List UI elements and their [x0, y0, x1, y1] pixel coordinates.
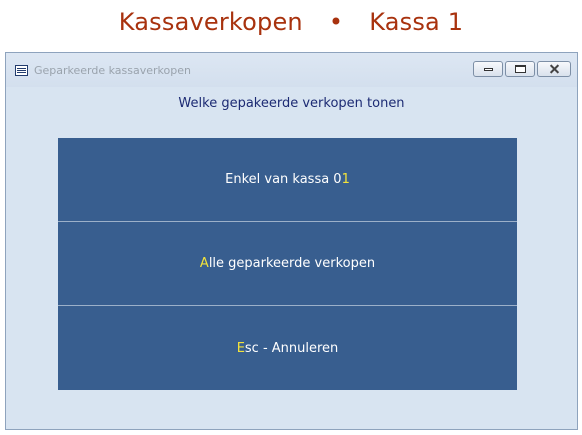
option-label-post: lle geparkeerde verkopen	[208, 256, 376, 271]
window-list-icon	[15, 65, 28, 76]
window-titlebar[interactable]: Geparkeerde kassaverkopen	[6, 53, 577, 87]
restore-button[interactable]	[505, 61, 535, 77]
option-register-only-button[interactable]: Enkel van kassa 01	[58, 138, 517, 222]
option-hotkey: 1	[341, 172, 350, 187]
minimize-button[interactable]	[473, 61, 503, 77]
parked-sales-window: Geparkeerde kassaverkopen Welke gepakeer…	[5, 52, 578, 430]
option-label-post: sc - Annuleren	[244, 340, 339, 356]
close-button[interactable]	[537, 61, 571, 77]
option-label-pre: Enkel van kassa 0	[225, 172, 342, 187]
header-separator: •	[328, 8, 344, 36]
module-title: Kassaverkopen	[118, 8, 303, 36]
window-title: Geparkeerde kassaverkopen	[34, 64, 191, 77]
option-all-parked-button[interactable]: Alle geparkeerde verkopen	[58, 222, 517, 306]
page-header: Kassaverkopen • Kassa 1	[0, 8, 582, 36]
window-controls	[473, 61, 571, 77]
register-title: Kassa 1	[369, 8, 464, 36]
option-cancel-button[interactable]: Esc - Annuleren	[58, 306, 517, 390]
dialog-prompt: Welke gepakeerde verkopen tonen	[178, 96, 405, 111]
options-list: Enkel van kassa 01 Alle geparkeerde verk…	[58, 138, 517, 390]
option-hotkey: A	[199, 256, 209, 271]
option-hotkey: E	[236, 340, 245, 356]
